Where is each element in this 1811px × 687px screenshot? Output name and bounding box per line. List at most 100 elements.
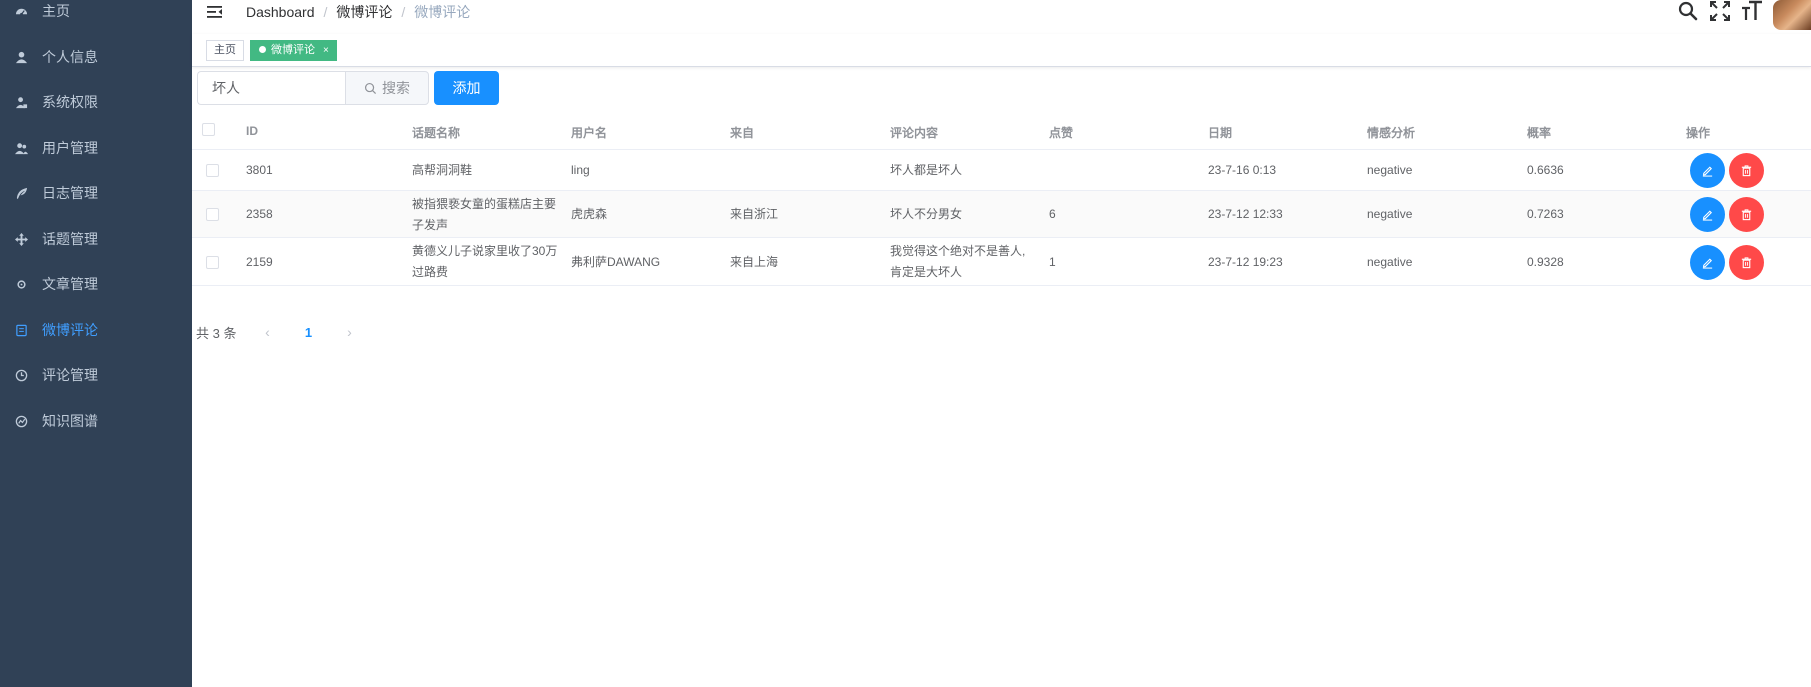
tag-weibo-comments[interactable]: 微博评论 × (250, 40, 337, 61)
search-icon[interactable] (1677, 0, 1699, 22)
document-icon (14, 323, 28, 337)
table-header: ID 话题名称 用户名 来自 评论内容 点赞 日期 情感分析 概率 操作 (192, 112, 1811, 150)
cell-topic-line: 被指猥亵女童的蛋糕店主要 (412, 196, 557, 211)
column-header-date: 日期 (1208, 126, 1233, 140)
settings-icon (14, 277, 28, 291)
font-size-icon[interactable] (1741, 0, 1763, 22)
cell-content: 我觉得这个绝对不是善人, 肯定是大坏人 (890, 241, 1025, 283)
column-header-id: ID (246, 124, 258, 138)
sidebar-item-label: 文章管理 (42, 276, 98, 292)
edit-button[interactable] (1690, 244, 1725, 280)
close-icon[interactable]: × (323, 45, 329, 56)
pagination: 共 3 条 ‹ 1 › (196, 321, 360, 343)
select-all-checkbox[interactable] (202, 123, 215, 136)
tag-home-label: 主页 (214, 44, 236, 56)
edit-button[interactable] (1690, 197, 1725, 232)
cell-id: 3801 (246, 163, 273, 177)
search-button-label: 搜索 (382, 80, 410, 96)
column-header-from: 来自 (730, 126, 755, 140)
cell-username: 虎虎森 (571, 207, 608, 221)
sidebar-item-0[interactable]: 主页 (0, 0, 192, 31)
search-icon (364, 82, 377, 94)
trash-icon (1741, 256, 1752, 268)
move-arrows-icon (14, 232, 28, 246)
breadcrumb: Dashboard / 微博评论 / 微博评论 (246, 2, 470, 22)
cell-content: 坏人不分男女 (890, 204, 962, 225)
column-header-probability: 概率 (1527, 126, 1552, 140)
table-row: 2159 黄德义儿子说家里收了30万 过路费 弗利萨DAWANG 来自上海 我觉得这个绝对… (192, 238, 1811, 286)
column-header-actions: 操作 (1686, 126, 1711, 140)
column-header-username: 用户名 (571, 126, 608, 140)
add-button[interactable]: 添加 (434, 71, 499, 105)
breadcrumb-current: 微博评论 (414, 4, 471, 20)
row-checkbox[interactable] (206, 255, 219, 269)
active-dot-icon (259, 46, 266, 53)
navbar: Dashboard / 微博评论 / 微博评论 (192, 0, 1811, 34)
column-header-topic: 话题名称 (412, 126, 461, 140)
cell-content: 坏人都是坏人 (890, 160, 962, 181)
cell-probability: 0.7263 (1527, 207, 1564, 221)
cell-username: ling (571, 163, 590, 177)
avatar[interactable] (1773, 0, 1811, 30)
sidebar-item-6[interactable]: 文章管理 (0, 264, 192, 304)
prev-page-icon[interactable]: ‹ (256, 324, 278, 340)
breadcrumb-separator: / (323, 4, 328, 20)
sidebar-item-2[interactable]: 系统权限 (0, 82, 192, 122)
column-header-content: 评论内容 (890, 126, 939, 140)
sidebar-item-9[interactable]: 知识图谱 (0, 401, 192, 441)
cell-content-line: 坏人不分男女 (890, 207, 963, 221)
trash-icon (1741, 209, 1752, 221)
cell-topic-line: 子发声 (412, 217, 449, 232)
cell-likes: 1 (1049, 254, 1056, 269)
sidebar-item-1[interactable]: 个人信息 (0, 37, 192, 77)
breadcrumb-dashboard[interactable]: Dashboard (246, 4, 315, 20)
user-icon (14, 50, 28, 64)
sidebar-item-label: 知识图谱 (42, 413, 98, 429)
hamburger-menu-icon[interactable] (206, 3, 224, 21)
edit-button[interactable] (1690, 153, 1725, 188)
row-checkbox[interactable] (206, 164, 219, 177)
cell-likes: 6 (1049, 207, 1056, 221)
next-page-icon[interactable]: › (338, 324, 360, 340)
clock-icon (14, 368, 28, 382)
feather-icon (14, 186, 28, 200)
delete-button[interactable] (1729, 197, 1764, 232)
pagination-total: 共 3 条 (196, 325, 237, 341)
tag-active-label: 微博评论 (271, 44, 315, 56)
sidebar-item-3[interactable]: 用户管理 (0, 128, 192, 168)
delete-button[interactable] (1729, 153, 1764, 188)
cell-topic: 黄德义儿子说家里收了30万 过路费 (412, 241, 557, 283)
cell-from: 来自浙江 (730, 207, 779, 221)
row-checkbox[interactable] (206, 208, 219, 221)
cell-content-line: 坏人都是坏人 (890, 163, 963, 177)
cell-date: 23-7-16 0:13 (1208, 163, 1277, 177)
search-input-value: 坏人 (212, 80, 240, 96)
trash-icon (1741, 165, 1752, 177)
tag-home[interactable]: 主页 (206, 40, 244, 61)
breadcrumb-weibo-comments[interactable]: 微博评论 (336, 2, 392, 22)
sidebar-item-label: 系统权限 (42, 94, 98, 110)
table-row: 2358 被指猥亵女童的蛋糕店主要 子发声 虎虎森 来自浙江 坏人不分男女 6 23-7-12… (192, 191, 1811, 238)
cell-username: 弗利萨DAWANG (571, 254, 661, 269)
chart-circle-icon (14, 414, 28, 428)
users-icon (14, 141, 28, 155)
page-number[interactable]: 1 (278, 325, 338, 340)
cell-sentiment: negative (1367, 254, 1413, 269)
fullscreen-icon[interactable] (1709, 0, 1731, 22)
sidebar-item-4[interactable]: 日志管理 (0, 173, 192, 213)
table-row: 3801 高帮洞洞鞋 ling 坏人都是坏人 23-7-16 0:13 negative 0… (192, 150, 1811, 191)
column-header-likes: 点赞 (1049, 126, 1074, 140)
delete-button[interactable] (1729, 244, 1764, 280)
search-button[interactable]: 搜索 (345, 71, 429, 105)
breadcrumb-separator: / (401, 4, 406, 20)
dashboard-icon (14, 4, 28, 18)
sidebar-item-8[interactable]: 评论管理 (0, 355, 192, 395)
cell-sentiment: negative (1367, 207, 1413, 221)
sidebar-item-5[interactable]: 话题管理 (0, 219, 192, 259)
sidebar-item-7[interactable]: 微博评论 (0, 310, 192, 350)
edit-icon (1702, 257, 1713, 269)
add-button-label: 添加 (452, 80, 481, 96)
cell-content-line: 我觉得这个绝对不是善人, (890, 244, 1026, 258)
app-root: 主页 个人信息 系统权限 用户管理 日志管理 话题管理 文章管理 微博评论 评论管理 知识图谱 D… (0, 0, 1811, 687)
search-input[interactable]: 坏人 (197, 71, 345, 105)
